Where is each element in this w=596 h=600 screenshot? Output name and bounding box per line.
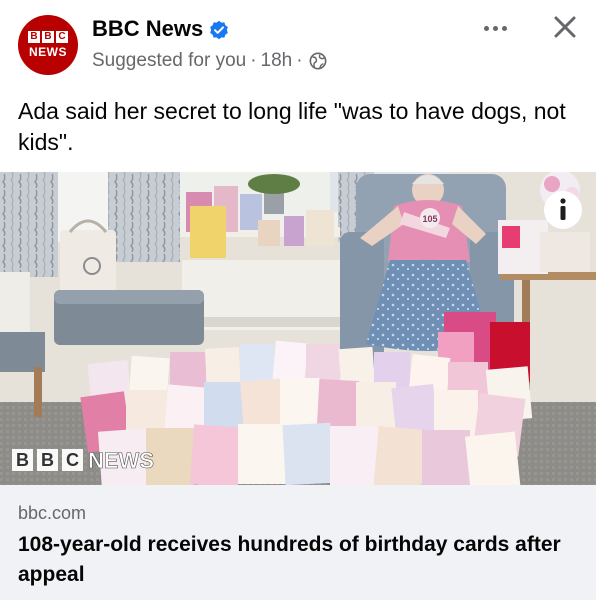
page-name[interactable]: BBC News (92, 16, 203, 42)
post-time[interactable]: 18h (261, 50, 293, 72)
badge-number: 105 (422, 214, 437, 224)
more-options-icon[interactable] (480, 18, 510, 38)
avatar-logo-blocks: B B C (28, 31, 68, 43)
avatar-block: B (28, 31, 40, 43)
watermark-block: B (16, 450, 29, 470)
page-avatar[interactable]: B B C NEWS (18, 15, 78, 75)
meta-separator: · (250, 50, 257, 71)
avatar-block: B (42, 31, 54, 43)
avatar-news-word: NEWS (29, 45, 67, 59)
post-header: B B C NEWS BBC News Suggested for you · … (0, 0, 596, 90)
link-headline: 108-year-old receives hundreds of birthd… (18, 533, 561, 586)
post-meta: Suggested for you · 18h · (92, 50, 327, 72)
watermark-block: C (66, 450, 79, 470)
link-domain: bbc.com (18, 503, 87, 523)
post-photo[interactable]: 105 B B C NEWS (0, 172, 596, 485)
globe-icon[interactable] (309, 52, 327, 70)
photo-illustration: 105 B B C NEWS (0, 172, 596, 485)
info-icon[interactable] (544, 191, 582, 229)
watermark-block: B (41, 450, 54, 470)
post-caption: Ada said her secret to long life "was to… (18, 98, 566, 155)
verified-badge-icon (210, 20, 228, 40)
meta-separator: · (296, 50, 303, 71)
close-icon[interactable] (550, 12, 580, 42)
link-preview[interactable]: bbc.com 108-year-old receives hundreds o… (0, 485, 596, 600)
watermark-word: NEWS (88, 448, 154, 473)
suggested-label: Suggested for you (92, 50, 247, 71)
avatar-block: C (56, 31, 68, 43)
